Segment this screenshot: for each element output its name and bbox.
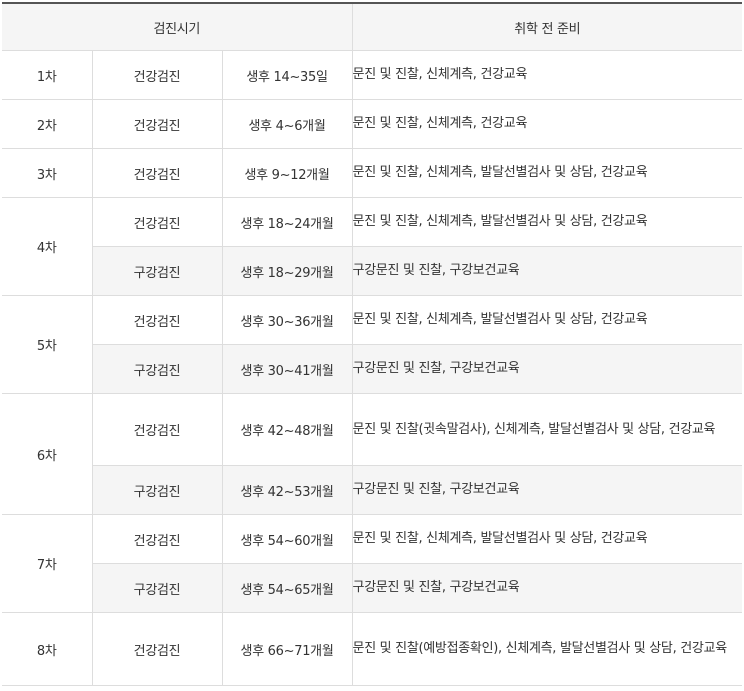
checkup-age: 생후 30~41개월	[222, 344, 353, 394]
round-label: 2차	[2, 99, 93, 149]
table-row: 7차 건강검진 생후 54~60개월 문진 및 진찰, 신체계측, 발달선별검사…	[2, 514, 743, 613]
checkup-age: 생후 4~6개월	[222, 99, 353, 149]
checkup-items: 문진 및 진찰, 신체계측, 발달선별검사 및 상담, 건강교육	[352, 148, 743, 198]
checkup-type: 건강검진	[92, 393, 223, 466]
header-checkup-timing: 검진시기	[2, 3, 353, 51]
checkup-type: 건강검진	[92, 295, 223, 345]
table-row: 2차 건강검진 생후 4~6개월 문진 및 진찰, 신체계측, 건강교육	[2, 99, 743, 149]
checkup-type: 구강검진	[92, 344, 223, 394]
checkup-items: 구강문진 및 진찰, 구강보건교육	[352, 246, 743, 296]
checkup-age: 생후 30~36개월	[222, 295, 353, 345]
checkup-type: 구강검진	[92, 246, 223, 296]
checkup-age: 생후 54~65개월	[222, 563, 353, 613]
table-header-row: 검진시기 취학 전 준비	[2, 3, 743, 51]
checkup-items: 문진 및 진찰, 신체계측, 건강교육	[352, 99, 743, 149]
table-row: 구강검진 생후 42~53개월 구강문진 및 진찰, 구강보건교육	[2, 465, 743, 515]
checkup-age: 생후 18~29개월	[222, 246, 353, 296]
checkup-type: 구강검진	[92, 563, 223, 613]
round-label: 8차	[2, 612, 93, 686]
checkup-type: 건강검진	[92, 514, 223, 564]
checkup-age: 생후 66~71개월	[222, 612, 353, 686]
checkup-items: 구강문진 및 진찰, 구강보건교육	[352, 563, 743, 613]
checkup-type: 건강검진	[92, 148, 223, 198]
checkup-age: 생후 18~24개월	[222, 197, 353, 247]
checkup-age: 생후 54~60개월	[222, 514, 353, 564]
checkup-items: 문진 및 진찰(예방접종확인), 신체계측, 발달선별검사 및 상담, 건강교육	[352, 612, 743, 686]
table-row: 4차 건강검진 생후 18~24개월 문진 및 진찰, 신체계측, 발달선별검사…	[2, 197, 743, 296]
table-row: 3차 건강검진 생후 9~12개월 문진 및 진찰, 신체계측, 발달선별검사 …	[2, 148, 743, 198]
checkup-type: 구강검진	[92, 465, 223, 515]
checkup-type: 건강검진	[92, 612, 223, 686]
checkup-type: 건강검진	[92, 197, 223, 247]
table-row: 6차 건강검진 생후 42~48개월 문진 및 진찰(귓속말검사), 신체계측,…	[2, 393, 743, 515]
header-preschool-prep: 취학 전 준비	[352, 3, 743, 51]
round-label: 1차	[2, 50, 93, 100]
checkup-type: 건강검진	[92, 50, 223, 100]
checkup-age: 생후 42~48개월	[222, 393, 353, 466]
checkup-items: 문진 및 진찰(귓속말검사), 신체계측, 발달선별검사 및 상담, 건강교육	[352, 393, 743, 466]
table-row: 8차 건강검진 생후 66~71개월 문진 및 진찰(예방접종확인), 신체계측…	[2, 612, 743, 686]
table-row: 5차 건강검진 생후 30~36개월 문진 및 진찰, 신체계측, 발달선별검사…	[2, 295, 743, 394]
table-row: 1차 건강검진 생후 14~35일 문진 및 진찰, 신체계측, 건강교육	[2, 50, 743, 100]
table-row: 구강검진 생후 30~41개월 구강문진 및 진찰, 구강보건교육	[2, 344, 743, 394]
checkup-items: 구강문진 및 진찰, 구강보건교육	[352, 344, 743, 394]
table-row: 구강검진 생후 54~65개월 구강문진 및 진찰, 구강보건교육	[2, 563, 743, 613]
checkup-age: 생후 42~53개월	[222, 465, 353, 515]
round-label: 4차	[2, 197, 93, 296]
checkup-items: 문진 및 진찰, 신체계측, 발달선별검사 및 상담, 건강교육	[352, 197, 743, 247]
checkup-items: 문진 및 진찰, 신체계측, 건강교육	[352, 50, 743, 100]
table-row: 구강검진 생후 18~29개월 구강문진 및 진찰, 구강보건교육	[2, 246, 743, 296]
checkup-age: 생후 9~12개월	[222, 148, 353, 198]
round-label: 5차	[2, 295, 93, 394]
checkup-items: 구강문진 및 진찰, 구강보건교육	[352, 465, 743, 515]
checkup-type: 건강검진	[92, 99, 223, 149]
checkup-age: 생후 14~35일	[222, 50, 353, 100]
checkup-items: 문진 및 진찰, 신체계측, 발달선별검사 및 상담, 건강교육	[352, 514, 743, 564]
round-label: 6차	[2, 393, 93, 515]
round-label: 3차	[2, 148, 93, 198]
health-checkup-schedule-table: 검진시기 취학 전 준비 1차 건강검진 생후 14~35일 문진 및 진찰, …	[2, 2, 743, 686]
checkup-items: 문진 및 진찰, 신체계측, 발달선별검사 및 상담, 건강교육	[352, 295, 743, 345]
round-label: 7차	[2, 514, 93, 613]
